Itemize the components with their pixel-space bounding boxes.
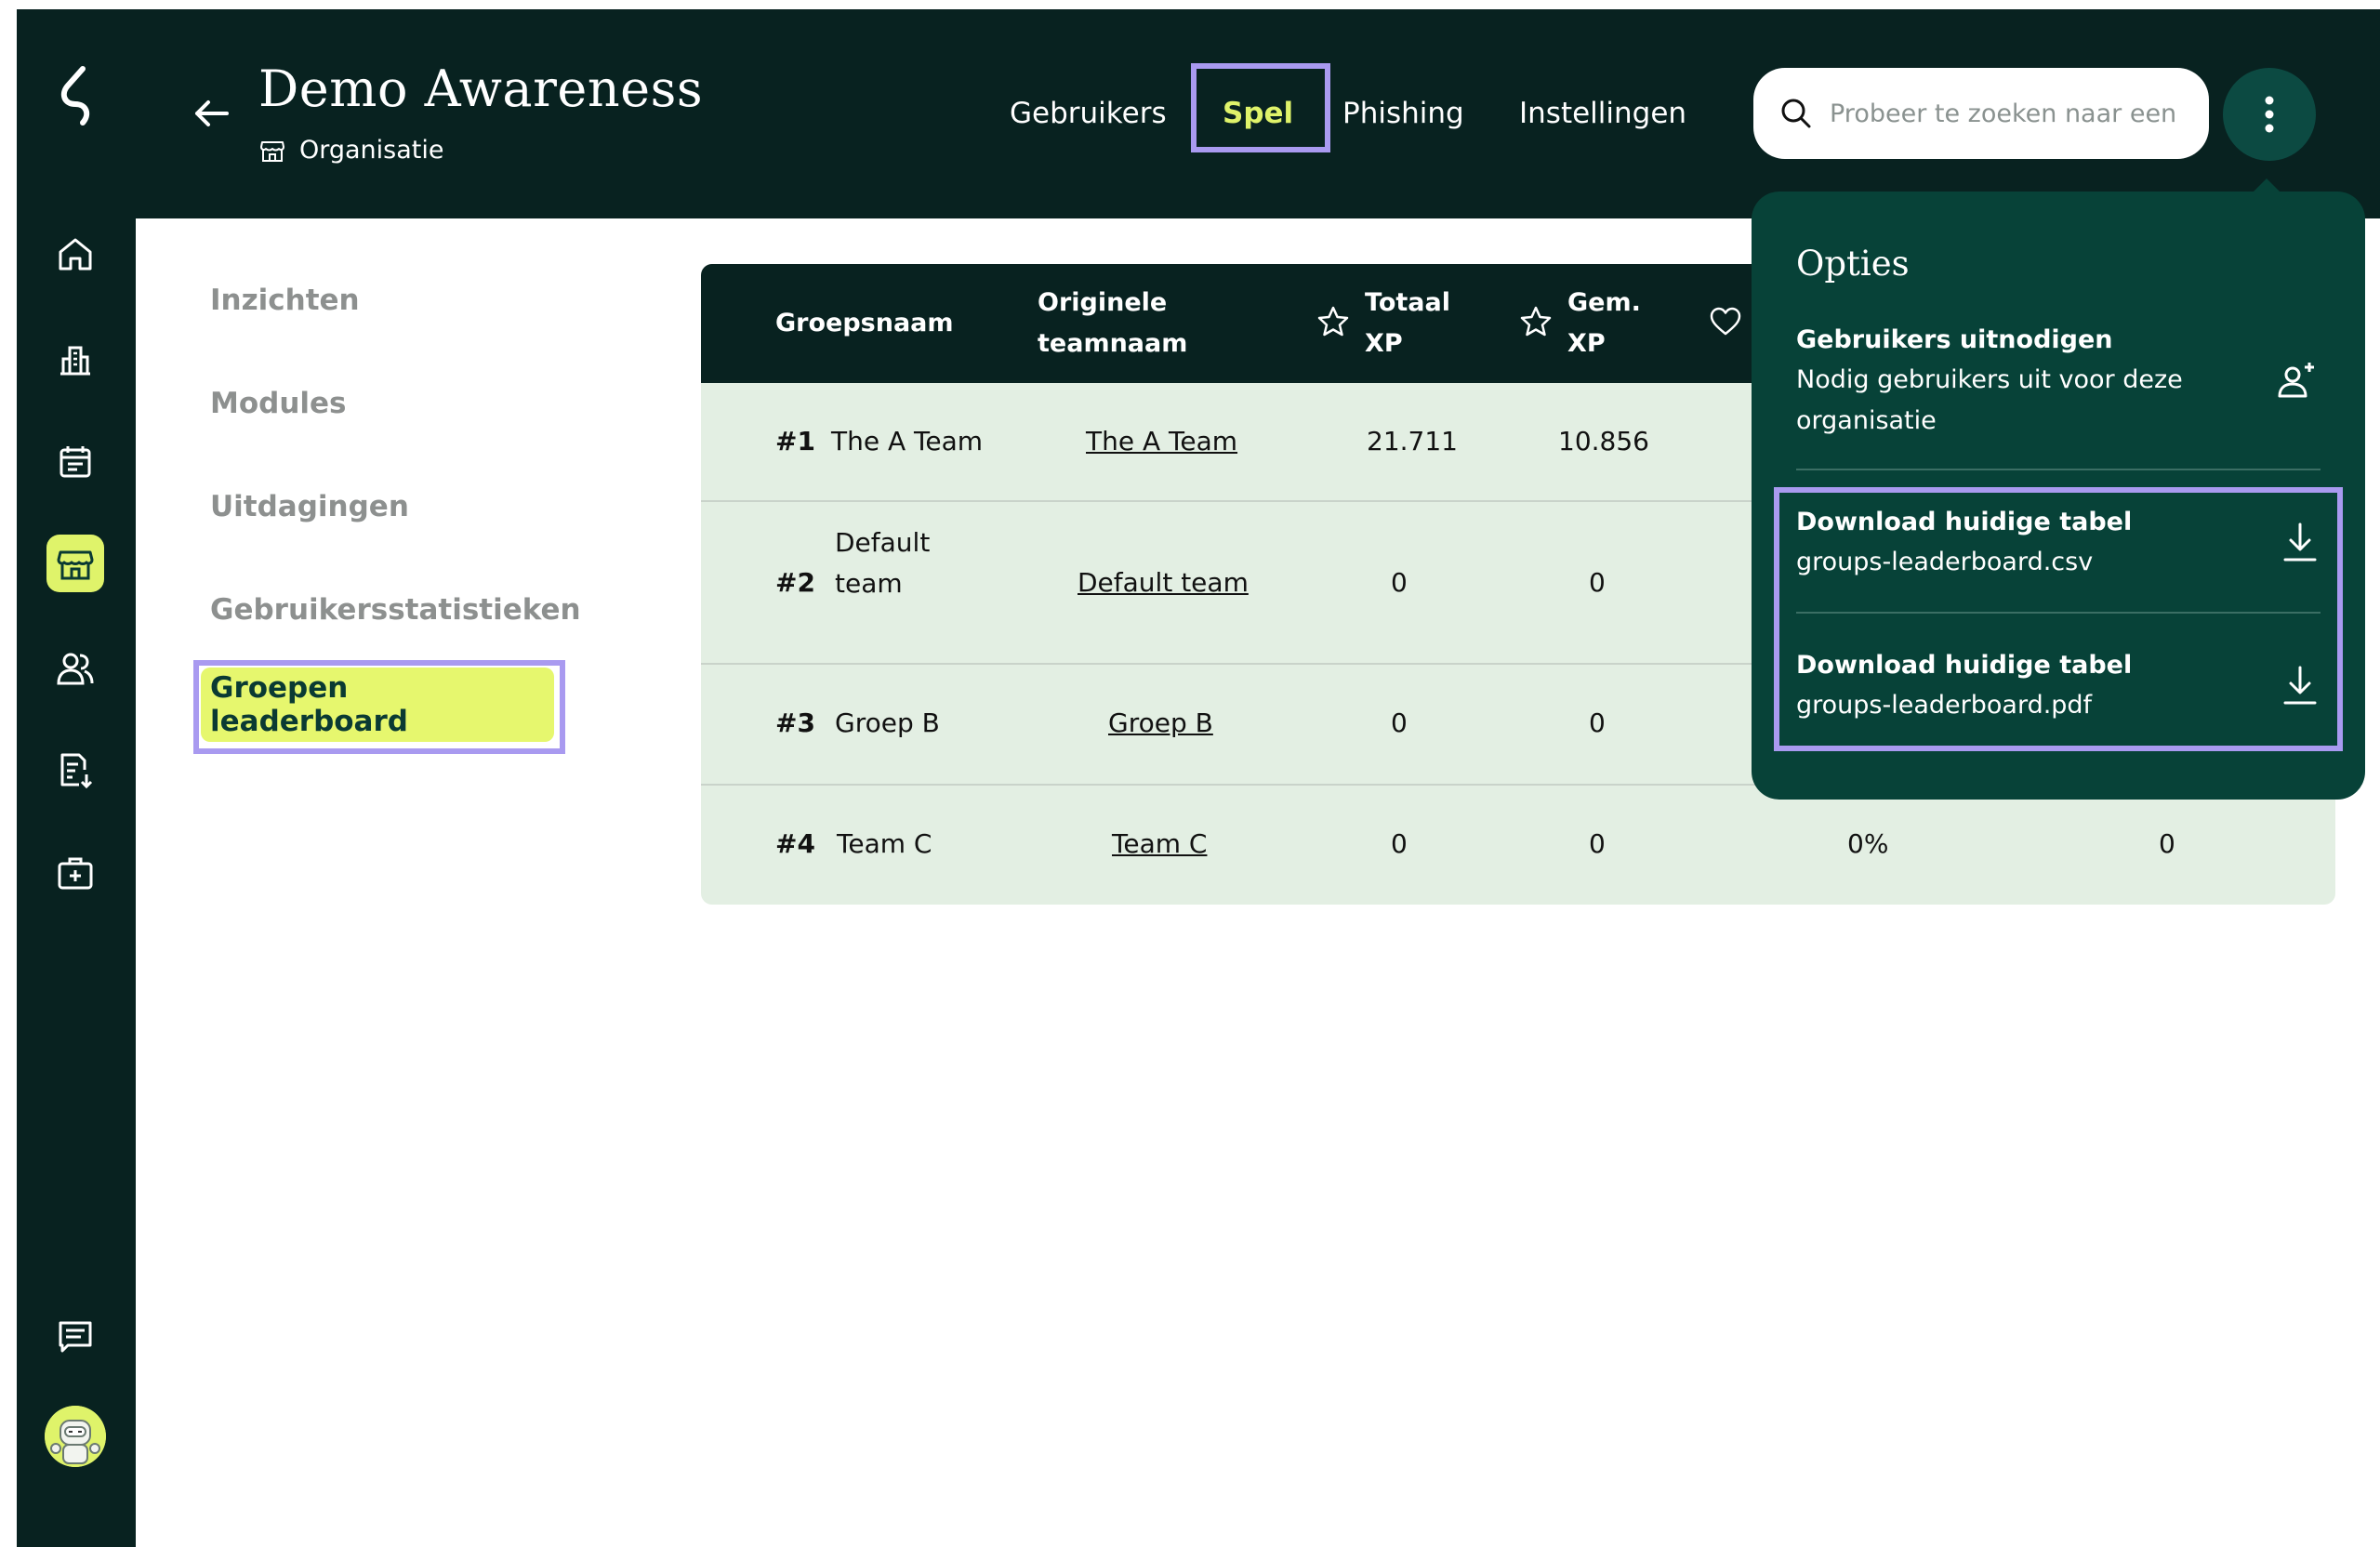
total-xp-cell: 21.711 xyxy=(1367,426,1458,456)
home-icon[interactable] xyxy=(46,225,104,283)
original-team-link[interactable]: Default team xyxy=(1078,567,1249,598)
last-column-cell: 0 xyxy=(2159,828,2175,859)
tab-instellingen[interactable]: Instellingen xyxy=(1519,97,1686,130)
star-icon xyxy=(1317,306,1349,337)
header-originele-teamnaam[interactable]: Originele teamnaam xyxy=(1038,283,1187,364)
users-icon[interactable] xyxy=(46,640,104,697)
table-row[interactable]: #4 Team C Team C 0 0 0% 0 xyxy=(701,786,2335,905)
add-user-icon xyxy=(2278,363,2314,398)
download-icon xyxy=(2283,522,2317,562)
header-groepsnaam[interactable]: Groepsnaam xyxy=(775,303,954,344)
store-icon xyxy=(260,140,284,162)
subnav-modules[interactable]: Modules xyxy=(210,387,347,420)
download-icon xyxy=(2283,666,2317,705)
building-icon[interactable] xyxy=(46,330,104,388)
avg-xp-cell: 0 xyxy=(1589,707,1606,738)
tab-spel[interactable]: Spel xyxy=(1223,97,1293,130)
header-gem-xp[interactable]: Gem. XP xyxy=(1567,283,1641,364)
invite-users-desc: Nodig gebruikers uit voor deze organisat… xyxy=(1796,365,2183,435)
download-pdf-title: Download huidige tabel xyxy=(1796,651,2133,680)
download-pdf-filename: groups-leaderboard.pdf xyxy=(1796,691,2093,720)
rank-cell: #3 xyxy=(775,707,815,738)
original-team-link[interactable]: Groep B xyxy=(1108,707,1213,738)
first-aid-kit-icon[interactable] xyxy=(46,844,104,902)
chat-icon[interactable] xyxy=(46,1307,104,1365)
subnav-groepen-leaderboard[interactable]: Groepen leaderboard xyxy=(201,668,554,742)
rank-cell: #2 xyxy=(775,567,815,598)
group-name-cell: Groep B xyxy=(835,707,940,738)
total-xp-cell: 0 xyxy=(1391,828,1408,859)
back-arrow-icon[interactable] xyxy=(190,93,232,134)
subnav-inzichten[interactable]: Inzichten xyxy=(210,284,360,317)
search-icon xyxy=(1781,99,1811,128)
header-totaal-xp[interactable]: Totaal XP xyxy=(1365,283,1450,364)
original-team-link[interactable]: The A Team xyxy=(1086,426,1237,456)
subnav-gebruikersstatistieken[interactable]: Gebruikersstatistieken xyxy=(210,593,581,627)
group-name-cell: The A Team xyxy=(831,426,984,456)
download-csv-filename: groups-leaderboard.csv xyxy=(1796,548,2094,576)
kebab-menu-icon xyxy=(2265,96,2274,133)
group-name-cell: Team C xyxy=(837,828,932,859)
total-xp-cell: 0 xyxy=(1391,567,1408,598)
options-divider xyxy=(1796,612,2320,614)
options-divider xyxy=(1796,469,2320,470)
download-csv-title: Download huidige tabel xyxy=(1796,508,2133,536)
search-input[interactable] xyxy=(1828,98,2185,129)
avg-xp-cell: 10.856 xyxy=(1558,426,1649,456)
percentage-cell: 0% xyxy=(1847,828,1889,859)
original-team-link[interactable]: Team C xyxy=(1112,828,1207,859)
search-bar[interactable] xyxy=(1753,68,2209,159)
subnav-uitdagingen[interactable]: Uitdagingen xyxy=(210,490,409,523)
rank-cell: #4 xyxy=(775,828,815,859)
avatar[interactable] xyxy=(45,1406,106,1467)
group-name-cell: Default team xyxy=(835,527,931,599)
tab-gebruikers[interactable]: Gebruikers xyxy=(1010,97,1167,130)
subtitle-label: Organisatie xyxy=(299,136,444,165)
logo-icon[interactable] xyxy=(49,63,101,128)
tab-phishing[interactable]: Phishing xyxy=(1342,97,1464,130)
calendar-icon[interactable] xyxy=(46,433,104,491)
page-subtitle: Organisatie xyxy=(258,136,444,165)
invite-users-title: Gebruikers uitnodigen xyxy=(1796,325,2113,354)
avg-xp-cell: 0 xyxy=(1589,567,1606,598)
star-icon xyxy=(1520,306,1552,337)
more-options-button[interactable] xyxy=(2223,68,2316,161)
avg-xp-cell: 0 xyxy=(1589,828,1606,859)
report-download-icon[interactable] xyxy=(46,741,104,799)
heart-icon xyxy=(1710,307,1741,336)
page-title: Demo Awareness xyxy=(258,60,704,118)
options-title: Opties xyxy=(1796,244,1910,284)
store-icon[interactable] xyxy=(46,535,104,592)
total-xp-cell: 0 xyxy=(1391,707,1408,738)
rank-cell: #1 xyxy=(775,426,815,456)
